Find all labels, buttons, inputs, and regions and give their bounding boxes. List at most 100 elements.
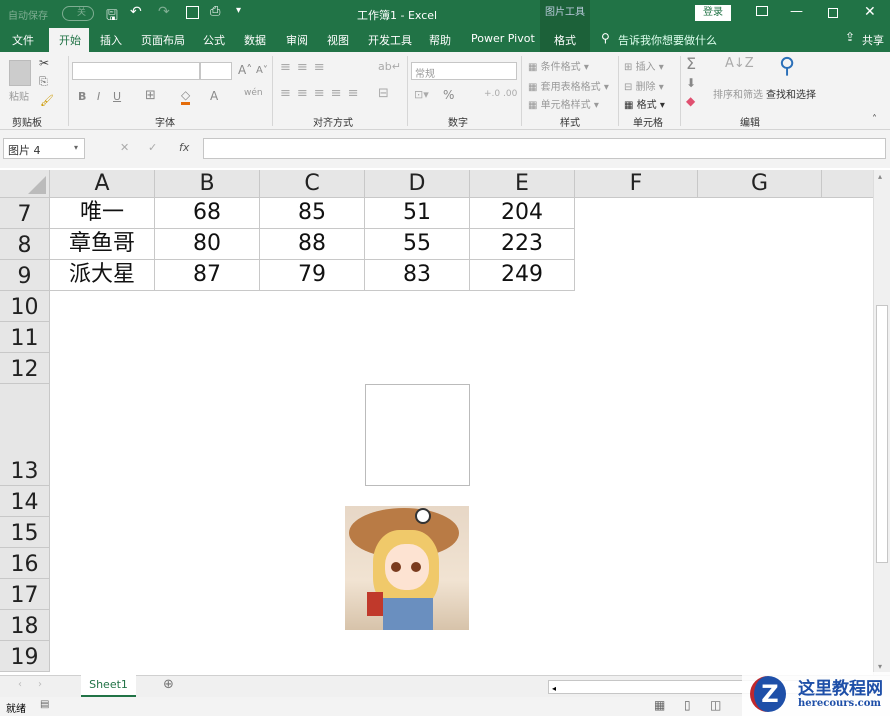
name-box[interactable]: 图片 4: [3, 138, 85, 159]
cell-B8[interactable]: 80: [155, 229, 260, 260]
cell-A7[interactable]: 唯一: [50, 198, 155, 229]
cell-D7[interactable]: 51: [365, 198, 470, 229]
clear-icon[interactable]: ◆: [686, 94, 695, 108]
column-header-F[interactable]: F: [575, 170, 698, 198]
cell-A9[interactable]: 派大星: [50, 260, 155, 291]
format-painter-icon[interactable]: 🖌: [40, 94, 54, 107]
format-as-table-button[interactable]: ▦ 套用表格格式 ▾: [528, 78, 609, 93]
row-header-16[interactable]: 16: [0, 548, 50, 579]
tab-home[interactable]: 开始: [49, 28, 89, 52]
column-header-D[interactable]: D: [365, 170, 470, 198]
phonetic-icon[interactable]: wén: [244, 88, 263, 98]
vertical-align-icons[interactable]: ≡≡≡: [280, 60, 331, 75]
tab-page-layout[interactable]: 页面布局: [141, 32, 185, 48]
name-box-dropdown-icon[interactable]: ▾: [74, 143, 78, 152]
page-break-view-icon[interactable]: ◫: [710, 698, 721, 712]
tab-view[interactable]: 视图: [327, 32, 349, 48]
cell-E8[interactable]: 223: [470, 229, 575, 260]
copy-icon[interactable]: ⎘: [39, 75, 48, 89]
camera-icon[interactable]: ⎙: [210, 4, 220, 19]
cell-B7[interactable]: 68: [155, 198, 260, 229]
undo-icon[interactable]: ↶: [130, 4, 142, 20]
format-cells-button[interactable]: ▦ 格式 ▾: [624, 96, 665, 111]
cancel-icon[interactable]: ✕: [120, 141, 129, 154]
tab-power-pivot[interactable]: Power Pivot: [471, 32, 535, 45]
vertical-scroll-thumb[interactable]: [876, 305, 888, 563]
row-header-8[interactable]: 8: [0, 229, 50, 260]
wrap-text-icon[interactable]: ab↵: [378, 60, 401, 73]
conditional-format-button[interactable]: ▦ 条件格式 ▾: [528, 58, 589, 73]
grow-font-icon[interactable]: A˄: [238, 63, 252, 77]
font-name-select[interactable]: [72, 62, 200, 80]
row-header-17[interactable]: 17: [0, 579, 50, 610]
cut-icon[interactable]: ✂: [39, 56, 49, 70]
row-header-14[interactable]: 14: [0, 486, 50, 517]
row-header-12[interactable]: 12: [0, 353, 50, 384]
horizontal-align-icons[interactable]: ≡≡≡≡≡: [280, 86, 364, 101]
cell-styles-button[interactable]: ▦ 单元格样式 ▾: [528, 96, 599, 111]
login-button[interactable]: 登录: [695, 5, 731, 21]
underline-button[interactable]: U: [113, 90, 121, 103]
column-header-B[interactable]: B: [155, 170, 260, 198]
column-header-E[interactable]: E: [470, 170, 575, 198]
cell-D8[interactable]: 55: [365, 229, 470, 260]
row-header-9[interactable]: 9: [0, 260, 50, 291]
row-header-18[interactable]: 18: [0, 610, 50, 641]
bold-button[interactable]: B: [78, 90, 86, 103]
sort-filter-icon[interactable]: A↓Z: [725, 56, 754, 71]
tab-formulas[interactable]: 公式: [203, 32, 225, 48]
tab-review[interactable]: 审阅: [286, 32, 308, 48]
tab-developer[interactable]: 开发工具: [368, 32, 412, 48]
select-all-button[interactable]: [0, 170, 50, 198]
maximize-icon[interactable]: [828, 8, 838, 18]
autosum-icon[interactable]: Σ: [686, 54, 696, 73]
cell-D9[interactable]: 83: [365, 260, 470, 291]
formula-input[interactable]: [203, 138, 886, 159]
rotate-handle-icon[interactable]: [415, 508, 431, 524]
screenshot-icon[interactable]: [186, 6, 199, 19]
column-header-A[interactable]: A: [50, 170, 155, 198]
worksheet-grid[interactable]: ABCDEFG 7 唯一 68 85 51 204 8 章鱼哥 80 88 55 223 9 派大星 87 7…: [0, 170, 873, 675]
cell-A8[interactable]: 章鱼哥: [50, 229, 155, 260]
row-header-19[interactable]: 19: [0, 641, 50, 672]
cell-E7[interactable]: 204: [470, 198, 575, 229]
fill-icon[interactable]: ⬇: [686, 76, 696, 90]
normal-view-icon[interactable]: ▦: [654, 698, 665, 712]
redo-icon[interactable]: ↷: [158, 4, 170, 20]
vertical-scrollbar[interactable]: ▴ ▾: [873, 170, 890, 675]
cell-C8[interactable]: 88: [260, 229, 365, 260]
tab-help[interactable]: 帮助: [429, 32, 451, 48]
delete-cells-button[interactable]: ⊟ 删除 ▾: [624, 78, 664, 93]
customize-qat-icon[interactable]: ▾: [236, 5, 241, 16]
cell-E9[interactable]: 249: [470, 260, 575, 291]
page-layout-view-icon[interactable]: ▯: [684, 698, 691, 712]
sheet-tab-sheet1[interactable]: Sheet1: [81, 675, 136, 697]
share-button[interactable]: 共享: [862, 32, 884, 48]
paste-icon[interactable]: [9, 60, 31, 86]
prev-sheet-icon[interactable]: ‹: [18, 679, 22, 690]
column-header-C[interactable]: C: [260, 170, 365, 198]
fill-color-icon[interactable]: ◇: [181, 88, 191, 105]
sort-filter-button[interactable]: 排序和筛选: [713, 86, 763, 101]
row-header-13[interactable]: 13: [0, 384, 50, 486]
row-header-10[interactable]: 10: [0, 291, 50, 322]
row-header-15[interactable]: 15: [0, 517, 50, 548]
cell-C7[interactable]: 85: [260, 198, 365, 229]
minimize-icon[interactable]: —: [790, 4, 803, 19]
tab-data[interactable]: 数据: [244, 32, 266, 48]
tab-insert[interactable]: 插入: [100, 32, 122, 48]
row-header-7[interactable]: 7: [0, 198, 50, 229]
percent-button[interactable]: %: [443, 88, 454, 102]
tab-format[interactable]: 格式: [540, 28, 590, 52]
share-icon[interactable]: ⇪: [845, 30, 855, 44]
insert-function-button[interactable]: fx: [179, 141, 189, 154]
cell-C9[interactable]: 79: [260, 260, 365, 291]
anime-girl-picture[interactable]: [345, 506, 469, 630]
close-icon[interactable]: ✕: [864, 4, 876, 20]
next-sheet-icon[interactable]: ›: [38, 679, 42, 690]
column-header-G[interactable]: G: [698, 170, 822, 198]
font-color-icon[interactable]: A: [210, 89, 218, 103]
find-select-button[interactable]: 查找和选择: [766, 86, 816, 101]
tell-me-input[interactable]: 告诉我你想要做什么: [618, 32, 717, 48]
font-size-select[interactable]: [200, 62, 232, 80]
